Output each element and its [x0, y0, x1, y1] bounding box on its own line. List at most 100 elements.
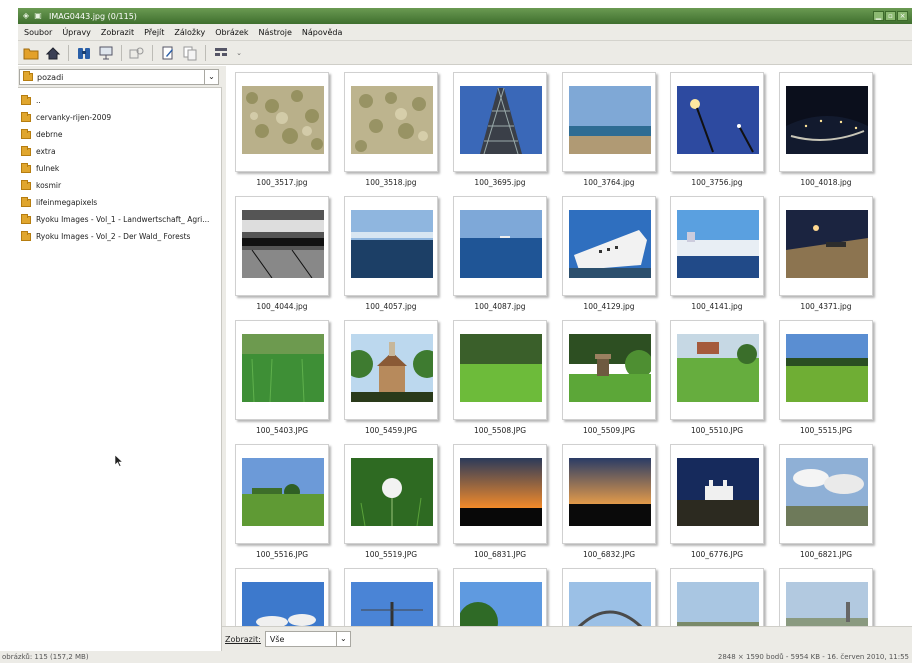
thumbnail-filename: 100_3517.jpg	[256, 178, 308, 187]
thumbnail[interactable]	[779, 444, 873, 544]
window-menu-icon[interactable]: ◈	[21, 11, 31, 21]
folder-icon	[21, 230, 31, 241]
minimize-button[interactable]: ▁	[873, 11, 884, 21]
thumbnail[interactable]	[235, 444, 329, 544]
thumbnail[interactable]	[344, 568, 438, 626]
thumbnail[interactable]	[235, 196, 329, 296]
toolbar-separator	[205, 44, 206, 61]
thumbnail[interactable]	[344, 72, 438, 172]
thumbnail-filename: 100_4057.jpg	[365, 302, 417, 311]
folder-item[interactable]: ..	[18, 92, 222, 109]
folder-item[interactable]: debrne	[18, 126, 222, 143]
maximize-button[interactable]: ▫	[885, 11, 896, 21]
thumbnail-image	[569, 86, 651, 154]
thumbnail[interactable]	[453, 444, 547, 544]
thumbnail-image	[569, 458, 651, 526]
thumbnail[interactable]	[779, 568, 873, 626]
thumbnail[interactable]	[453, 568, 547, 626]
thumbnail[interactable]	[670, 444, 764, 544]
view-options-button[interactable]	[212, 44, 230, 62]
thumbnail-image	[569, 210, 651, 278]
folder-item[interactable]: lifeinmegapixels	[18, 194, 222, 211]
thumbnail[interactable]	[453, 72, 547, 172]
folder-selector: pozadi ⌄	[18, 66, 222, 88]
folder-item[interactable]: cervanky-rijen-2009	[18, 109, 222, 126]
toolbar-separator	[152, 44, 153, 61]
dropdown-arrow-icon: ⌄	[236, 48, 242, 57]
menu-napoveda[interactable]: Nápověda	[302, 28, 343, 37]
open-folder-button[interactable]	[22, 44, 40, 62]
thumbnail[interactable]	[670, 568, 764, 626]
toolbar-separator	[121, 44, 122, 61]
slideshow-button[interactable]	[97, 44, 115, 62]
thumbnail[interactable]	[670, 72, 764, 172]
thumbnail[interactable]	[344, 444, 438, 544]
menu-prejit[interactable]: Přejít	[144, 28, 164, 37]
thumbnail[interactable]	[562, 568, 656, 626]
folder-item[interactable]: fulnek	[18, 160, 222, 177]
menu-nastroje[interactable]: Nástroje	[259, 28, 292, 37]
thumbnail[interactable]	[779, 320, 873, 420]
thumbnail-image	[242, 582, 324, 626]
copy-button[interactable]	[181, 44, 199, 62]
thumbnail-filename: 100_4141.jpg	[691, 302, 743, 311]
thumbnail[interactable]	[670, 320, 764, 420]
thumbnail[interactable]	[453, 196, 547, 296]
filter-label: Zobrazit:	[225, 634, 261, 644]
chevron-down-icon[interactable]: ⌄	[204, 70, 218, 84]
filter-combobox[interactable]: Vše ⌄	[264, 631, 351, 647]
folder-icon	[21, 94, 31, 105]
thumbnail-filename: 100_4129.jpg	[583, 302, 635, 311]
thumbnail-filename: 100_5510.JPG	[690, 426, 744, 435]
thumbnail[interactable]	[235, 72, 329, 172]
thumbnail[interactable]	[344, 196, 438, 296]
edit-button[interactable]	[159, 44, 177, 62]
thumbnail[interactable]	[779, 196, 873, 296]
edit-icon	[162, 46, 173, 59]
thumbnail[interactable]	[562, 320, 656, 420]
thumbnail-image	[786, 458, 868, 526]
folder-item[interactable]: Ryoku Images - Vol_1 - Landwertschaft_ A…	[18, 211, 222, 228]
view-options-icon	[215, 47, 227, 56]
thumbnail-image	[460, 334, 542, 402]
thumbnail-filename: 100_3518.jpg	[365, 178, 417, 187]
thumbnail-image	[242, 458, 324, 526]
thumbnail[interactable]	[562, 196, 656, 296]
chevron-down-icon[interactable]: ⌄	[335, 632, 350, 646]
menu-upravy[interactable]: Úpravy	[62, 28, 91, 37]
thumbnail[interactable]	[562, 72, 656, 172]
view-options-dropdown[interactable]: ⌄	[234, 44, 244, 62]
thumbnail-filename: 100_3756.jpg	[691, 178, 743, 187]
folder-combobox[interactable]: pozadi ⌄	[19, 69, 219, 85]
zoom-icon	[129, 47, 144, 58]
folder-item[interactable]: kosmir	[18, 177, 222, 194]
menu-soubor[interactable]: Soubor	[24, 28, 52, 37]
find-button[interactable]	[75, 44, 93, 62]
thumbnail[interactable]	[562, 444, 656, 544]
thumbnail[interactable]	[235, 320, 329, 420]
filter-value: Vše	[269, 634, 285, 644]
copy-icon	[183, 46, 197, 60]
home-button[interactable]	[44, 44, 62, 62]
thumbnail-image	[460, 86, 542, 154]
thumbnail[interactable]	[453, 320, 547, 420]
thumbnail[interactable]	[670, 196, 764, 296]
thumbnail[interactable]	[235, 568, 329, 626]
close-button[interactable]: ×	[897, 11, 908, 21]
folder-name: lifeinmegapixels	[36, 198, 98, 207]
zoom-button[interactable]	[128, 44, 146, 62]
folder-sidebar: pozadi ⌄ .. cervanky-rijen-2009 debrne extr…	[18, 66, 222, 651]
title-bar: ◈ ▣ IMAG0443.jpg (0/115) ▁ ▫ ×	[18, 8, 912, 24]
menu-zalozky[interactable]: Záložky	[174, 28, 205, 37]
folder-icon	[21, 179, 31, 190]
menu-obrazek[interactable]: Obrázek	[215, 28, 248, 37]
folder-icon	[21, 162, 31, 173]
folder-item[interactable]: Ryoku Images - Vol_2 - Der Wald_ Forests	[18, 228, 222, 245]
thumbnail[interactable]	[779, 72, 873, 172]
menu-zobrazit[interactable]: Zobrazit	[101, 28, 134, 37]
folder-name: extra	[36, 147, 56, 156]
thumbnail-image	[677, 334, 759, 402]
folder-item[interactable]: extra	[18, 143, 222, 160]
thumbnail[interactable]	[344, 320, 438, 420]
thumbnail-image	[351, 210, 433, 278]
